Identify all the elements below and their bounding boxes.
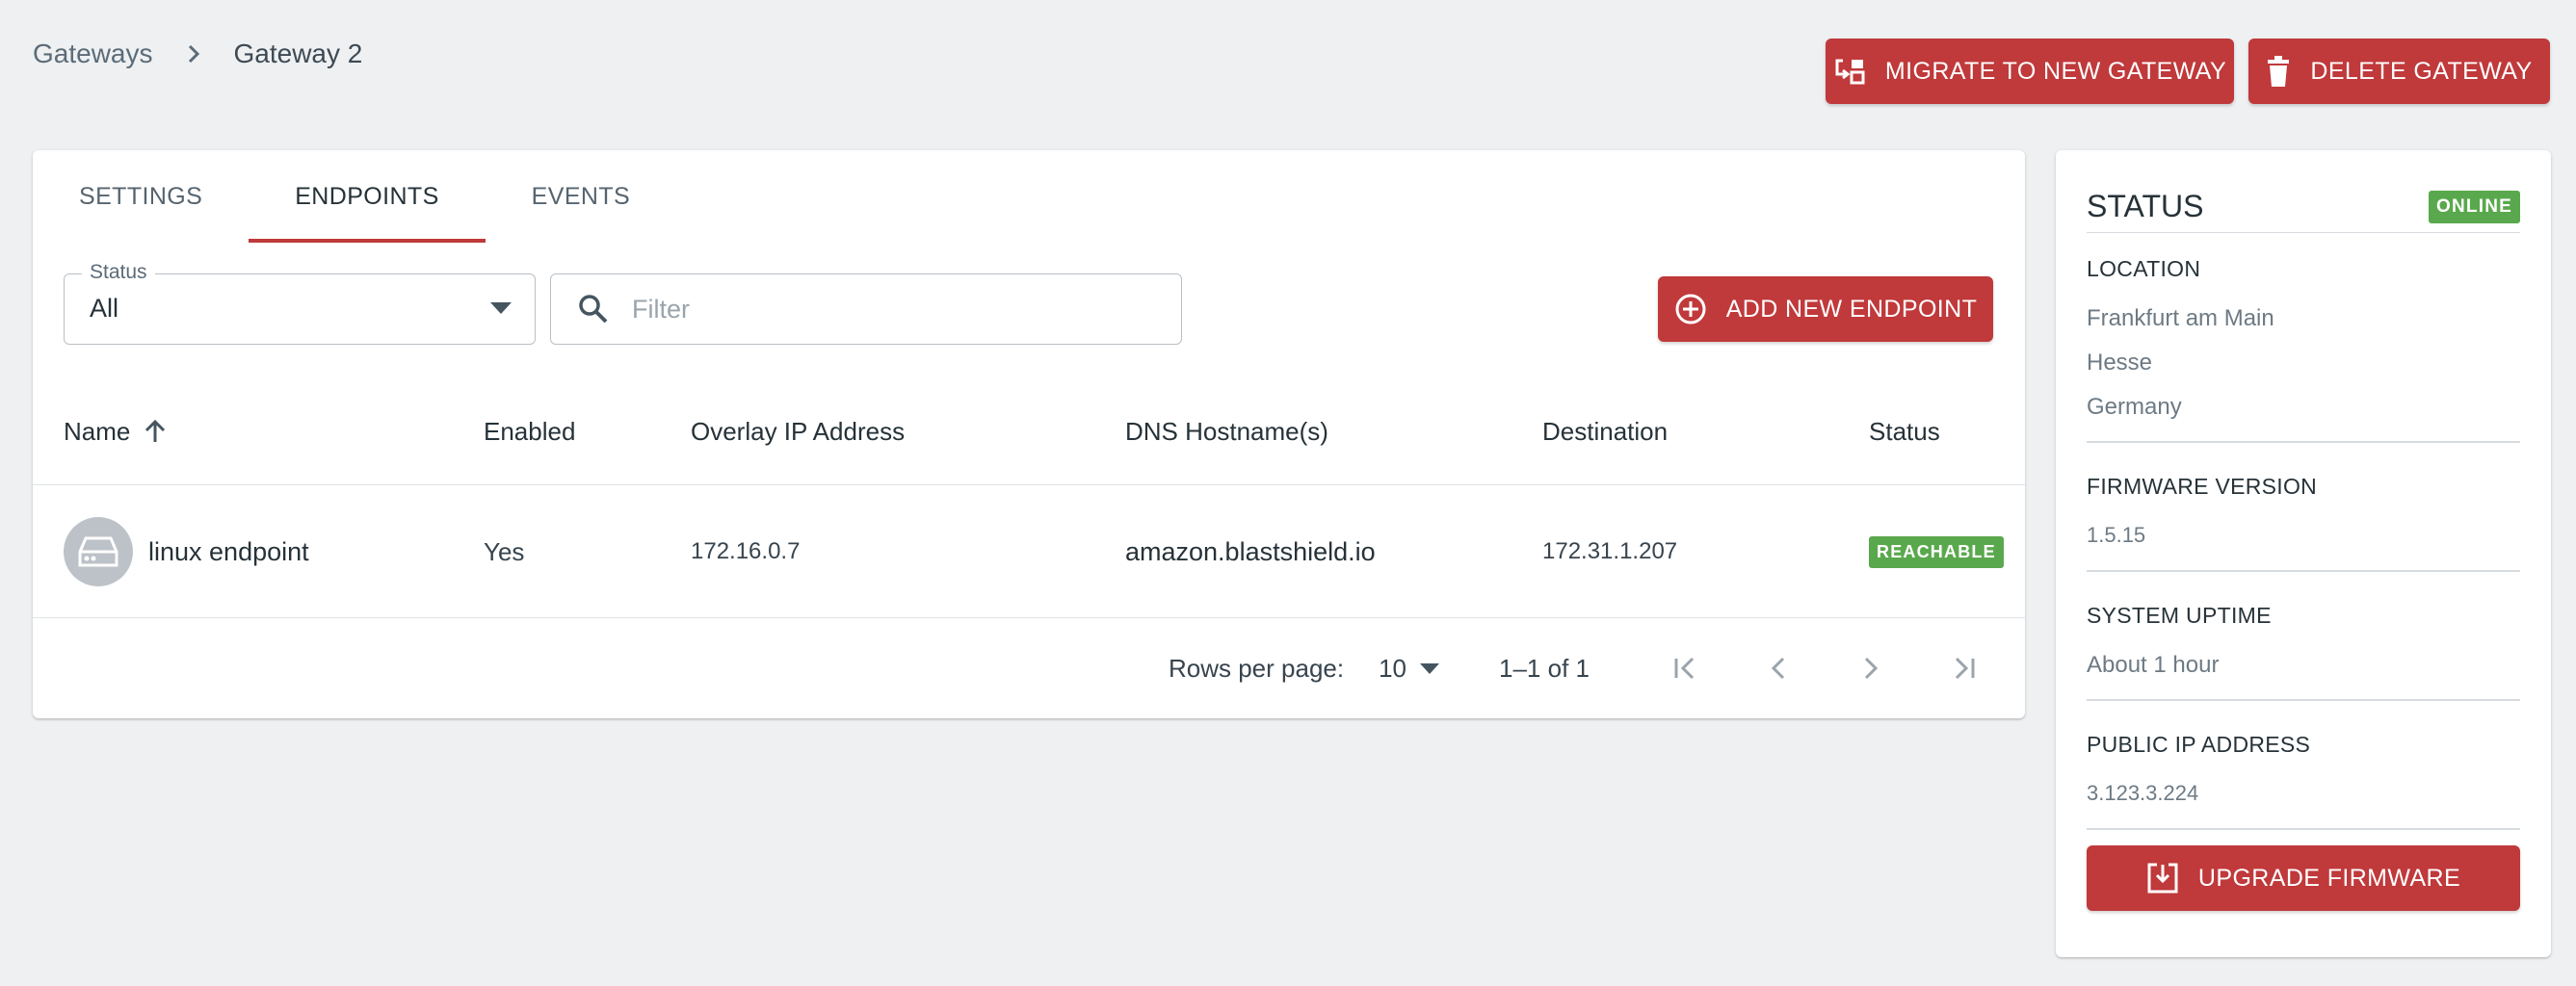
filter-input[interactable] bbox=[630, 293, 1131, 325]
last-page-icon[interactable] bbox=[1934, 639, 1992, 697]
divider bbox=[2087, 570, 2520, 572]
location-label: LOCATION bbox=[2087, 256, 2201, 281]
tab-bar: SETTINGS ENDPOINTS EVENTS bbox=[33, 150, 676, 243]
tab-settings[interactable]: SETTINGS bbox=[33, 150, 249, 243]
caret-down-icon bbox=[1420, 662, 1440, 674]
breadcrumb-current: Gateway 2 bbox=[233, 39, 363, 68]
endpoint-enabled: Yes bbox=[484, 536, 525, 566]
migrate-icon bbox=[1835, 59, 1865, 85]
online-badge: ONLINE bbox=[2429, 191, 2520, 223]
divider bbox=[2087, 828, 2520, 830]
status-badge: REACHABLE bbox=[1869, 535, 2004, 568]
rows-per-page-select[interactable]: 10 bbox=[1379, 653, 1440, 684]
public-ip-value: 3.123.3.224 bbox=[2087, 781, 2199, 805]
endpoint-status-cell: REACHABLE bbox=[1869, 485, 2004, 618]
search-icon bbox=[578, 294, 609, 324]
status-panel-header: STATUS ONLINE bbox=[2087, 185, 2520, 233]
add-endpoint-button[interactable]: ADD NEW ENDPOINT bbox=[1658, 276, 1993, 342]
firmware-section: FIRMWARE VERSION 1.5.15 bbox=[2087, 474, 2520, 548]
column-name-label: Name bbox=[64, 416, 131, 446]
status-panel-title: STATUS bbox=[2087, 189, 2204, 223]
hard-drive-icon bbox=[64, 517, 133, 586]
public-ip-label: PUBLIC IP ADDRESS bbox=[2087, 732, 2311, 757]
endpoint-dns-hostname: amazon.blastshield.io bbox=[1125, 536, 1376, 566]
upgrade-firmware-label: UPGRADE FIRMWARE bbox=[2197, 864, 2461, 892]
status-panel: STATUS ONLINE LOCATION Frankfurt am Main… bbox=[2056, 150, 2551, 957]
migrate-gateway-button[interactable]: MIGRATE TO NEW GATEWAY bbox=[1826, 39, 2234, 104]
add-circle-icon bbox=[1675, 294, 1706, 324]
endpoint-name[interactable]: linux endpoint bbox=[148, 537, 309, 567]
add-endpoint-label: ADD NEW ENDPOINT bbox=[1725, 295, 1978, 323]
rows-per-page-value: 10 bbox=[1379, 653, 1407, 683]
pagination-range: 1–1 of 1 bbox=[1499, 653, 1590, 683]
column-enabled[interactable]: Enabled bbox=[484, 377, 575, 485]
location-state: Hesse bbox=[2087, 350, 2153, 376]
firmware-label: FIRMWARE VERSION bbox=[2087, 474, 2318, 499]
trash-icon bbox=[2268, 56, 2290, 87]
firmware-value: 1.5.15 bbox=[2087, 523, 2146, 547]
status-select[interactable]: Status All bbox=[64, 261, 536, 345]
divider bbox=[2087, 699, 2520, 701]
status-select-label: Status bbox=[82, 261, 155, 284]
tab-events[interactable]: EVENTS bbox=[486, 150, 676, 243]
breadcrumb: Gateways Gateway 2 bbox=[33, 39, 362, 69]
location-city: Frankfurt am Main bbox=[2087, 305, 2274, 331]
migrate-gateway-label: MIGRATE TO NEW GATEWAY bbox=[1884, 57, 2227, 85]
tab-endpoints[interactable]: ENDPOINTS bbox=[249, 150, 486, 243]
column-status[interactable]: Status bbox=[1869, 377, 1940, 485]
download-box-icon bbox=[2147, 863, 2178, 894]
endpoint-name-cell: linux endpoint bbox=[64, 485, 309, 618]
status-select-value: All bbox=[90, 294, 119, 323]
column-dns-hostnames[interactable]: DNS Hostname(s) bbox=[1125, 377, 1328, 485]
column-overlay-ip[interactable]: Overlay IP Address bbox=[691, 377, 905, 485]
filter-field[interactable] bbox=[550, 273, 1182, 345]
first-page-icon[interactable] bbox=[1657, 639, 1715, 697]
location-section: LOCATION Frankfurt am Main Hesse Germany bbox=[2087, 256, 2520, 421]
previous-page-icon[interactable] bbox=[1749, 639, 1807, 697]
delete-gateway-label: DELETE GATEWAY bbox=[2310, 57, 2533, 85]
public-ip-section: PUBLIC IP ADDRESS 3.123.3.224 bbox=[2087, 732, 2520, 806]
uptime-label: SYSTEM UPTIME bbox=[2087, 603, 2272, 628]
uptime-section: SYSTEM UPTIME About 1 hour bbox=[2087, 603, 2520, 679]
endpoint-overlay-ip: 172.16.0.7 bbox=[691, 538, 801, 564]
divider bbox=[2087, 441, 2520, 443]
upgrade-firmware-button[interactable]: UPGRADE FIRMWARE bbox=[2087, 845, 2520, 911]
uptime-value: About 1 hour bbox=[2087, 652, 2220, 678]
column-destination[interactable]: Destination bbox=[1542, 377, 1668, 485]
next-page-icon[interactable] bbox=[1842, 639, 1900, 697]
chevron-right-icon bbox=[180, 40, 207, 67]
endpoint-destination: 172.31.1.207 bbox=[1542, 538, 1678, 564]
page-header: Gateways Gateway 2 MIGRATE TO NEW GATEWA… bbox=[0, 0, 2576, 144]
caret-down-icon bbox=[490, 301, 512, 319]
pagination: Rows per page: 10 1–1 of 1 bbox=[33, 618, 2025, 718]
arrow-up-icon[interactable] bbox=[144, 419, 167, 444]
rows-per-page-label: Rows per page: bbox=[1168, 653, 1345, 683]
table-header: Name Enabled Overlay IP Address DNS Host… bbox=[33, 377, 2025, 485]
endpoints-card: SETTINGS ENDPOINTS EVENTS Status All ADD… bbox=[33, 150, 2025, 718]
table-row[interactable]: linux endpoint Yes 172.16.0.7 amazon.bla… bbox=[33, 485, 2025, 618]
delete-gateway-button[interactable]: DELETE GATEWAY bbox=[2248, 39, 2550, 104]
location-country: Germany bbox=[2087, 394, 2182, 420]
column-name[interactable]: Name bbox=[64, 377, 167, 485]
breadcrumb-gateways-link[interactable]: Gateways bbox=[33, 39, 153, 69]
